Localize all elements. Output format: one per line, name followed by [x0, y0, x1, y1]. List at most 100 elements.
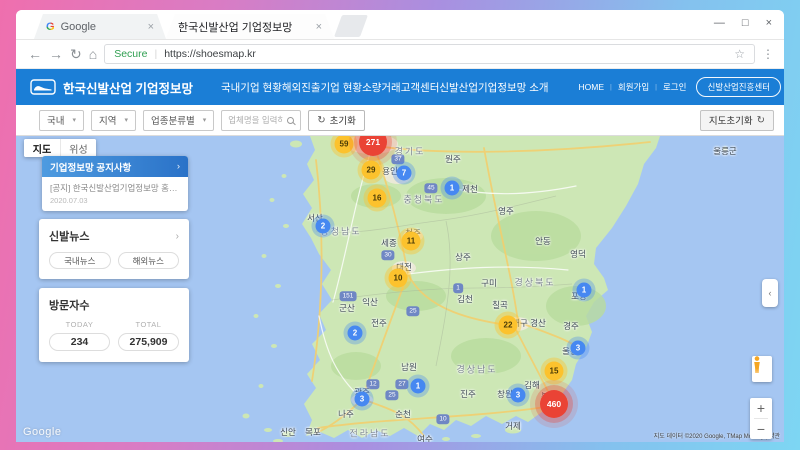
notice-date: 2020.07.03 — [50, 196, 88, 205]
map-label: 구미 — [481, 278, 497, 288]
filter-select[interactable]: 국내 ▾ — [39, 109, 84, 131]
map-label: 울릉군 — [713, 146, 737, 156]
chevron-left-icon: ‹ — [768, 288, 772, 298]
cluster-marker[interactable]: 29 — [361, 160, 381, 180]
cluster-marker[interactable]: 10 — [388, 268, 408, 288]
cluster-marker[interactable]: 3 — [354, 391, 370, 407]
close-tab-icon[interactable]: × — [316, 21, 322, 33]
map-type-tab-map[interactable]: 지도 — [24, 139, 60, 157]
divider: | — [655, 83, 657, 91]
pegman-icon — [754, 356, 760, 373]
visitors-today: TODAY 234 — [49, 320, 110, 351]
notice-item[interactable]: [공지] 한국신발산업기업정보망 홈페이지가 오픈... — [50, 182, 180, 194]
decorative-frame: G Google × 한국신발산업 기업정보망 × — □ × ← → ↻ ⌂ … — [0, 0, 800, 450]
map-label: 안동 — [535, 236, 551, 246]
tab-strip: G Google × 한국신발산업 기업정보망 × — □ × — [16, 10, 784, 40]
cluster-marker[interactable]: 1 — [444, 180, 460, 196]
pegman-control[interactable] — [752, 356, 772, 382]
zoom-out-button[interactable]: − — [750, 419, 772, 439]
cluster-marker[interactable]: 22 — [498, 315, 518, 335]
maximize-icon[interactable]: □ — [742, 17, 749, 29]
map-label: 거제 — [505, 421, 521, 431]
road-shield: 151 — [339, 291, 357, 301]
close-icon[interactable]: × — [766, 17, 772, 29]
minimize-icon[interactable]: — — [714, 17, 725, 29]
filter-select-value: 지역 — [99, 116, 117, 127]
browser-window: G Google × 한국신발산업 기업정보망 × — □ × ← → ↻ ⌂ … — [16, 10, 784, 442]
nav-utility-link[interactable]: HOME — [579, 82, 605, 92]
nav-menu: 국내기업 현황 해외진출기업 현황 소량거래 고객센터 신발산업기업정보망 소개 — [221, 80, 549, 95]
map-label: 진주 — [460, 389, 476, 399]
collapse-panel-tab[interactable]: ‹ — [762, 279, 778, 307]
map-label: 전라남도 — [349, 428, 391, 439]
cluster-marker[interactable]: 59 — [334, 136, 354, 154]
reset-button[interactable]: ↻ 초기화 — [308, 109, 365, 131]
cluster-marker[interactable]: 3 — [570, 340, 586, 356]
nav-menu-item[interactable]: 고객센터 — [401, 80, 440, 95]
notice-panel-header[interactable]: 기업정보망 공지사항 › — [42, 156, 188, 177]
road-shield: 25 — [406, 306, 420, 316]
nav-menu-item[interactable]: 해외진출기업 현황 — [282, 80, 362, 95]
site-brand[interactable]: 한국신발산업 기업정보망 — [30, 78, 193, 97]
browser-toolbar: ← → ↻ ⌂ Secure | https://shoesmap.kr ☆ ⋮ — [16, 40, 784, 69]
notice-body: [공지] 한국신발산업기업정보망 홈페이지가 오픈... 2020.07.03 — [42, 177, 188, 211]
map-type-tab-satellite[interactable]: 위성 — [60, 139, 96, 157]
map-label: 영주 — [498, 206, 514, 216]
bookmark-star-icon[interactable]: ☆ — [734, 47, 745, 61]
new-tab-button[interactable] — [333, 15, 369, 37]
map-label: 경산 — [530, 318, 546, 328]
nav-menu-item[interactable]: 신발산업기업정보망 소개 — [439, 80, 548, 95]
cluster-marker[interactable]: 1 — [576, 282, 592, 298]
address-bar[interactable]: Secure | https://shoesmap.kr ☆ — [104, 44, 755, 64]
zoom-control: + − — [750, 398, 772, 439]
cluster-marker[interactable]: 271 — [359, 136, 387, 156]
cluster-marker[interactable]: 2 — [315, 218, 331, 234]
filter-select[interactable]: 지역 ▾ — [91, 109, 136, 131]
search-placeholder: 업체명을 입력하세요. — [228, 115, 284, 125]
promotion-center-button[interactable]: 신발산업진흥센터 — [696, 77, 782, 97]
shoe-logo-icon — [30, 79, 56, 95]
news-buttons: 국내뉴스 해외뉴스 — [49, 252, 179, 269]
cluster-marker[interactable]: 460 — [540, 390, 568, 418]
zoom-in-button[interactable]: + — [750, 398, 772, 418]
tab-google[interactable]: G Google × — [34, 14, 166, 39]
filter-selects: 국내 ▾ 지역 ▾ 업종분류별 ▾ — [39, 109, 215, 131]
url-text[interactable]: https://shoesmap.kr — [164, 48, 727, 60]
nav-menu-item[interactable]: 국내기업 현황 — [221, 80, 282, 95]
tab-shoesmap[interactable]: 한국신발산업 기업정보망 × — [166, 14, 334, 39]
chevron-right-icon[interactable]: › — [176, 231, 179, 242]
visitors-total: TOTAL 275,909 — [118, 320, 179, 351]
google-logo[interactable]: Google — [23, 426, 61, 438]
cluster-marker[interactable]: 7 — [396, 165, 412, 181]
nav-utility-link[interactable]: 회원가입 — [618, 81, 649, 93]
map-label: 군산 — [339, 303, 355, 313]
search-icon[interactable] — [287, 116, 295, 124]
nav-utility-link[interactable]: 로그인 — [663, 81, 686, 93]
filter-select[interactable]: 업종분류별 ▾ — [143, 109, 215, 131]
nav-utility: HOME | 회원가입 | 로그인 — [579, 81, 687, 93]
map-reset-button[interactable]: 지도초기화 ↻ — [699, 109, 774, 131]
road-shield: 1 — [453, 283, 463, 293]
map-label: 익산 — [362, 297, 378, 307]
home-icon[interactable]: ⌂ — [89, 47, 97, 61]
map-label: 경상북도 — [514, 277, 556, 288]
cluster-marker[interactable]: 15 — [544, 361, 564, 381]
cluster-marker[interactable]: 1 — [410, 378, 426, 394]
browser-menu-icon[interactable]: ⋮ — [762, 47, 774, 61]
cluster-marker[interactable]: 16 — [367, 188, 387, 208]
forward-icon[interactable]: → — [49, 47, 63, 61]
close-tab-icon[interactable]: × — [148, 21, 154, 33]
reload-icon[interactable]: ↻ — [70, 47, 82, 61]
news-category-button[interactable]: 국내뉴스 — [49, 252, 111, 269]
map-label: 영덕 — [570, 249, 586, 259]
back-icon[interactable]: ← — [28, 47, 42, 61]
news-category-button[interactable]: 해외뉴스 — [117, 252, 179, 269]
chevron-down-icon: ▾ — [72, 117, 76, 124]
map-label: 목포 — [305, 427, 321, 437]
company-search-input[interactable]: 업체명을 입력하세요. — [221, 109, 302, 131]
cluster-marker[interactable]: 2 — [347, 325, 363, 341]
nav-menu-item[interactable]: 소량거래 — [362, 80, 401, 95]
cluster-marker[interactable]: 3 — [510, 387, 526, 403]
cluster-marker[interactable]: 11 — [401, 231, 421, 251]
refresh-icon: ↻ — [317, 114, 326, 126]
